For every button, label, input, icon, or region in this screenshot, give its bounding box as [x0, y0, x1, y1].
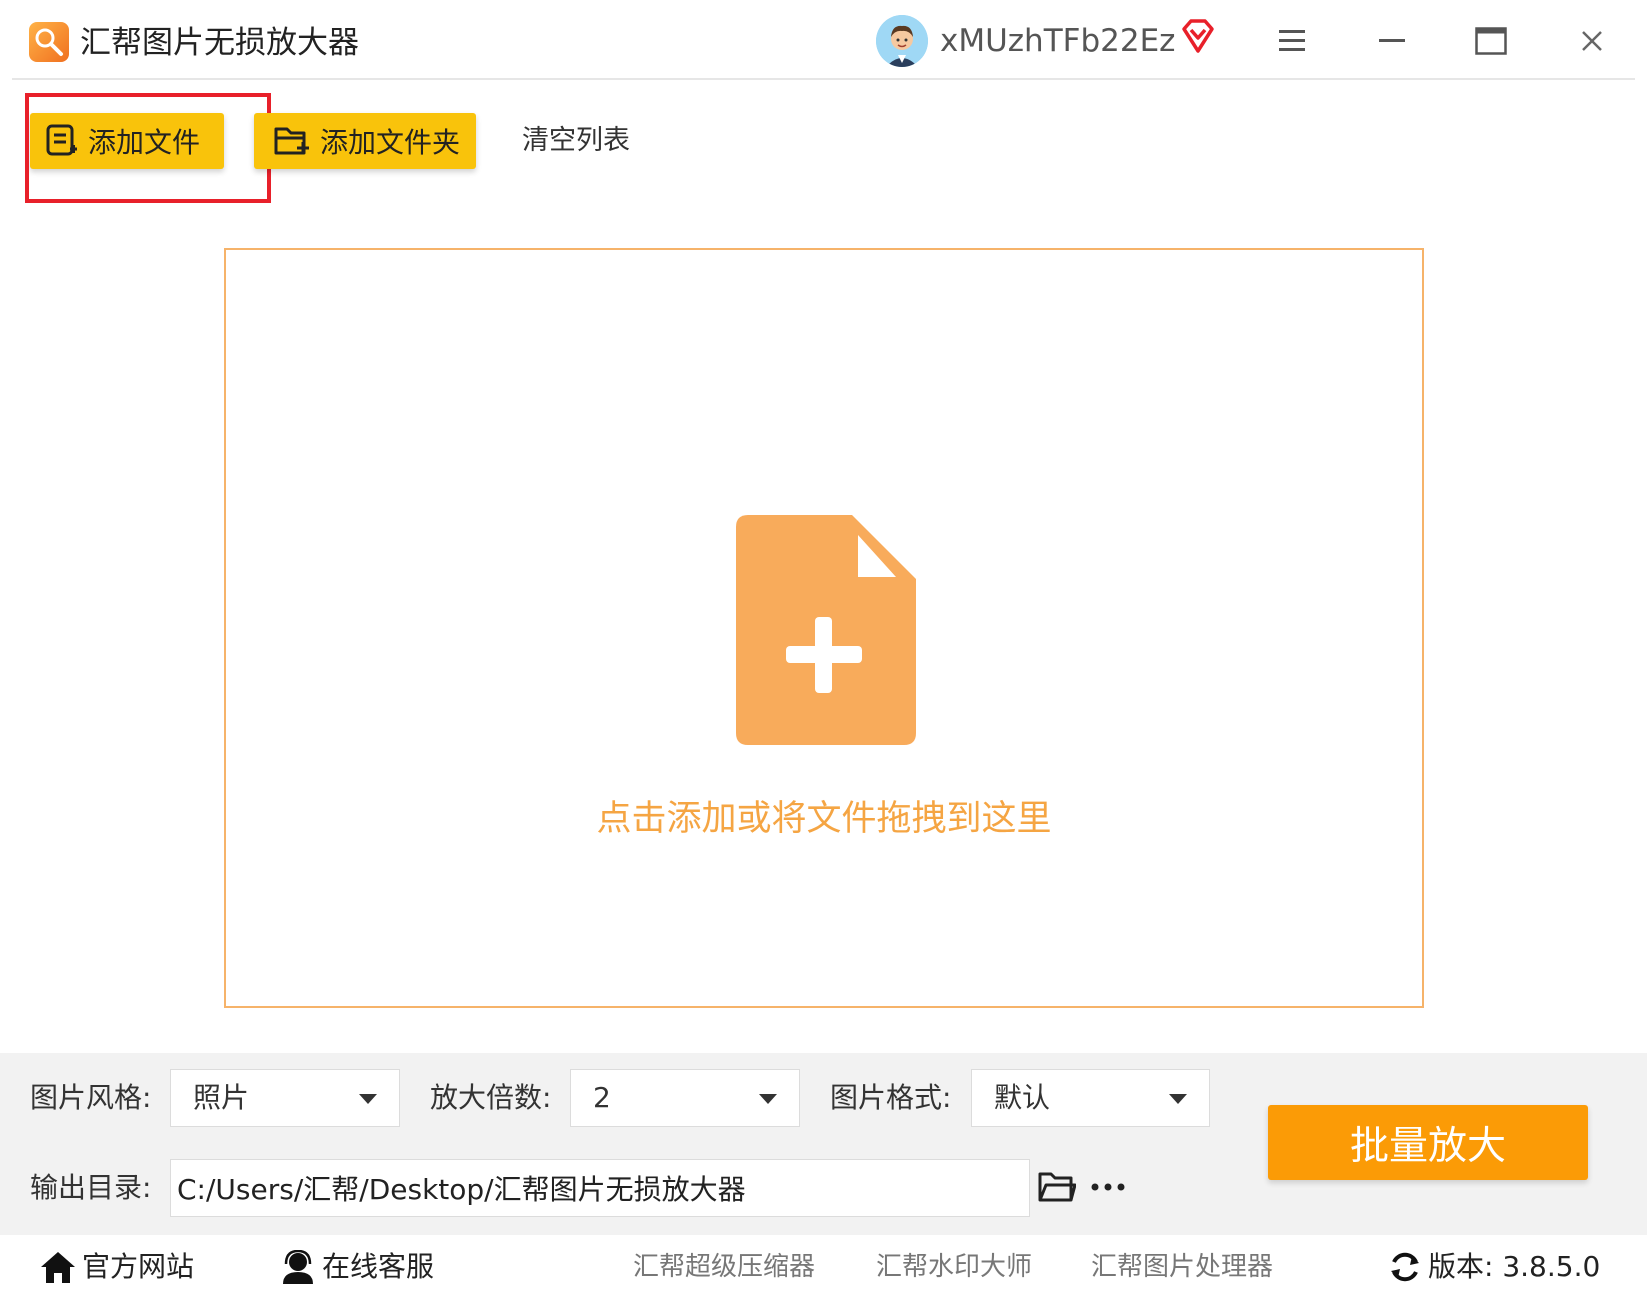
minimize-icon — [1379, 39, 1405, 42]
refresh-icon — [1388, 1250, 1422, 1284]
product-watermark-link[interactable]: 汇帮水印大师 — [876, 1245, 1032, 1289]
official-site-link[interactable]: 官方网站 — [40, 1245, 194, 1289]
support-agent-icon — [280, 1250, 316, 1284]
clear-list-button[interactable]: 清空列表 — [522, 120, 630, 162]
version-label: 版本: 3.8.5.0 — [1428, 1250, 1601, 1283]
online-service-link[interactable]: 在线客服 — [280, 1245, 434, 1289]
scale-select[interactable]: 2 — [570, 1069, 800, 1127]
product-image-processor-link[interactable]: 汇帮图片处理器 — [1091, 1245, 1273, 1289]
title-divider — [12, 78, 1635, 80]
style-select[interactable]: 照片 — [170, 1069, 400, 1127]
version-info[interactable]: 版本: 3.8.5.0 — [1388, 1245, 1600, 1289]
format-select[interactable]: 默认 — [971, 1069, 1210, 1127]
chevron-down-icon — [1169, 1094, 1187, 1104]
online-service-label: 在线客服 — [322, 1250, 435, 1283]
maximize-icon — [1475, 27, 1507, 55]
batch-enlarge-button[interactable]: 批量放大 — [1268, 1105, 1588, 1180]
folder-open-icon[interactable] — [1038, 1170, 1077, 1208]
scale-label: 放大倍数: — [430, 1081, 552, 1114]
title-bar: 汇帮图片无损放大器 xMUzhTFb22Ez — [0, 0, 1647, 80]
footer: 官方网站 在线客服 汇帮超级压缩器 汇帮水印大师 汇帮图片处理器 版本: 3.8… — [0, 1235, 1647, 1299]
drop-zone[interactable]: 点击添加或将文件拖拽到这里 — [224, 248, 1424, 1008]
chevron-down-icon — [759, 1094, 777, 1104]
folder-add-icon — [274, 125, 310, 157]
scale-select-value: 2 — [593, 1081, 611, 1114]
file-list-icon — [46, 124, 78, 158]
output-path-input[interactable] — [170, 1159, 1030, 1217]
format-label: 图片格式: — [830, 1081, 952, 1114]
product-compressor-link[interactable]: 汇帮超级压缩器 — [633, 1245, 815, 1289]
avatar[interactable] — [876, 15, 928, 67]
format-select-value: 默认 — [994, 1081, 1051, 1114]
more-dots-icon[interactable] — [1090, 1170, 1126, 1208]
menu-button[interactable] — [1269, 18, 1315, 64]
close-button[interactable] — [1569, 18, 1615, 64]
home-icon — [40, 1250, 76, 1284]
drop-hint: 点击添加或将文件拖拽到这里 — [596, 799, 1052, 839]
output-label: 输出目录: — [30, 1171, 152, 1204]
add-folder-label: 添加文件夹 — [320, 126, 461, 159]
close-icon — [1582, 31, 1602, 51]
vip-diamond-icon[interactable] — [1178, 17, 1218, 61]
add-folder-button[interactable]: 添加文件夹 — [254, 113, 476, 169]
official-site-label: 官方网站 — [82, 1250, 195, 1283]
chevron-down-icon — [359, 1094, 377, 1104]
minimize-button[interactable] — [1369, 18, 1415, 64]
menu-icon — [1279, 30, 1305, 51]
app-title: 汇帮图片无损放大器 — [80, 25, 359, 61]
add-file-label: 添加文件 — [88, 126, 201, 159]
username[interactable]: xMUzhTFb22Ez — [940, 20, 1175, 62]
magnifier-logo-icon — [29, 22, 69, 62]
maximize-button[interactable] — [1468, 18, 1514, 64]
add-file-button[interactable]: 添加文件 — [30, 113, 224, 169]
file-add-icon — [736, 515, 916, 749]
style-label: 图片风格: — [30, 1081, 152, 1114]
style-select-value: 照片 — [193, 1081, 250, 1114]
